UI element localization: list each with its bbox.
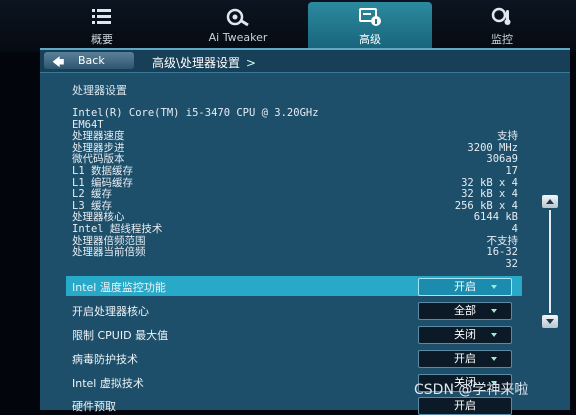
info-row: L3 缓存 256 kB x 4 <box>72 200 518 213</box>
info-label: 处理器当前倍频 <box>72 246 146 259</box>
scrollbar[interactable] <box>542 195 558 330</box>
option-value: 关闭 <box>454 328 476 341</box>
option-label: 硬件预取 <box>72 400 116 413</box>
option-value: 开启 <box>454 280 476 293</box>
option-label: 开启处理器核心 <box>72 305 149 318</box>
tweaker-icon <box>226 8 249 27</box>
option-value-select[interactable]: 全部 <box>418 302 512 320</box>
breadcrumb-current: 处理器设置 <box>180 56 241 70</box>
tab-ai-tweaker-label: Ai Tweaker <box>208 31 268 44</box>
tab-monitor-label: 监控 <box>491 33 513 46</box>
option-label: Intel 温度监控功能 <box>72 281 166 294</box>
info-row: Intel(R) Core(TM) i5-3470 CPU @ 3.20GHz <box>72 107 518 120</box>
info-row: 处理器步进 3200 MHz <box>72 142 518 155</box>
scroll-down-button[interactable] <box>542 315 558 328</box>
option-row-cpuid-limit[interactable]: 限制 CPUID 最大值 关闭 <box>66 324 522 344</box>
chevron-down-icon <box>491 309 497 313</box>
tab-overview[interactable]: 概要 <box>62 2 142 52</box>
option-label: 病毒防护技术 <box>72 353 138 366</box>
info-value: 32 kB x 4 <box>461 188 518 201</box>
top-tab-bar: 概要 Ai Tweaker 高级 监控 <box>0 0 576 52</box>
thermometer-icon <box>491 7 511 25</box>
info-label: L2 缓存 <box>72 188 112 201</box>
info-value: 4 <box>511 222 518 235</box>
breadcrumb-parent[interactable]: 高级\ <box>152 56 180 70</box>
option-value-select[interactable]: 开启 <box>418 278 512 296</box>
info-label: Intel 超线程技术 <box>72 222 163 235</box>
list-icon <box>92 9 111 24</box>
option-value: 开启 <box>454 399 476 412</box>
tab-advanced-label: 高级 <box>359 33 381 46</box>
option-row-active-cores[interactable]: 开启处理器核心 全部 <box>66 300 522 320</box>
arrow-up-icon <box>546 199 554 204</box>
arrow-down-icon <box>546 319 554 324</box>
info-row: L2 缓存 32 kB x 4 <box>72 189 518 201</box>
option-label: Intel 虚拟技术 <box>72 377 144 390</box>
advanced-icon <box>359 8 381 26</box>
tab-monitor[interactable]: 监控 <box>462 2 542 52</box>
tab-ai-tweaker[interactable]: Ai Tweaker <box>190 2 286 52</box>
back-arrow-icon: 🡄 <box>52 55 65 69</box>
option-value: 全部 <box>454 304 476 317</box>
info-row: Intel 超线程技术 4 <box>72 222 518 236</box>
info-value: 32 <box>505 257 518 270</box>
scroll-up-button[interactable] <box>542 195 558 208</box>
watermark: CSDN @学神来啦 <box>414 382 529 398</box>
chevron-down-icon <box>491 357 497 361</box>
back-button[interactable]: 🡄 Back <box>44 52 134 69</box>
info-row: 微代码版本 306a9 <box>72 154 518 166</box>
option-value: 开启 <box>454 352 476 365</box>
info-row: L1 编码缓存 32 kB x 4 <box>72 177 518 190</box>
section-title: 处理器设置 <box>72 84 127 97</box>
back-button-label: Back <box>78 54 105 67</box>
info-value: 17 <box>505 164 518 177</box>
option-value-select[interactable]: 开启 <box>418 350 512 368</box>
info-label: Intel(R) Core(TM) i5-3470 CPU @ 3.20GHz <box>72 107 319 119</box>
info-row: L1 数据缓存 17 <box>72 164 518 178</box>
scroll-track[interactable] <box>549 210 551 313</box>
info-label: L1 数据缓存 <box>72 164 133 177</box>
breadcrumb-trail: > <box>245 56 256 70</box>
chevron-down-icon <box>491 285 497 289</box>
option-row-virus-protection[interactable]: 病毒防护技术 开启 <box>66 348 522 368</box>
info-row: 处理器速度 支持 <box>72 131 518 143</box>
tab-advanced[interactable]: 高级 <box>308 2 432 52</box>
option-label: 限制 CPUID 最大值 <box>72 329 169 342</box>
path-bar: 🡄 Back 高级\处理器设置 > <box>40 50 570 73</box>
info-row: 处理器当前倍频 16-32 <box>72 247 518 259</box>
cpu-info-list: Intel(R) Core(TM) i5-3470 CPU @ 3.20GHz … <box>72 107 518 271</box>
option-value-select[interactable]: 开启 <box>418 397 512 415</box>
tab-overview-label: 概要 <box>91 33 113 46</box>
option-row-thermal-monitor[interactable]: Intel 温度监控功能 开启 <box>66 276 522 296</box>
info-row: EM64T <box>72 119 518 132</box>
option-value-select[interactable]: 关闭 <box>418 326 512 344</box>
info-row: 32 <box>72 257 518 271</box>
breadcrumb: 高级\处理器设置 > <box>152 54 258 71</box>
chevron-down-icon <box>491 333 497 337</box>
info-value: 16-32 <box>486 246 518 259</box>
